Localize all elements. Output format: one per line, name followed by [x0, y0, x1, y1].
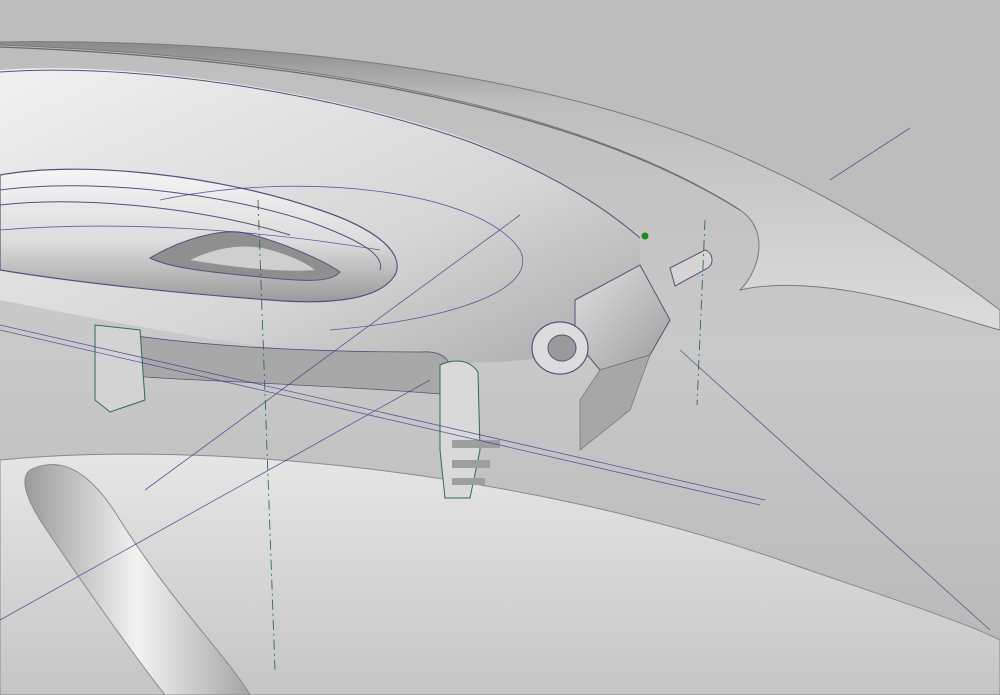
bracket-rib-2 — [452, 460, 490, 468]
bracket-rib-1 — [452, 440, 500, 448]
bracket-rib-3 — [452, 478, 485, 485]
mounting-bracket-left[interactable] — [94, 324, 146, 413]
cad-viewport[interactable] — [0, 0, 1000, 695]
mounting-bracket-right[interactable] — [439, 360, 481, 499]
selected-vertex-point[interactable] — [641, 232, 649, 240]
model-view-canvas[interactable] — [0, 0, 1000, 695]
hinge-bushing-hole — [547, 334, 577, 362]
